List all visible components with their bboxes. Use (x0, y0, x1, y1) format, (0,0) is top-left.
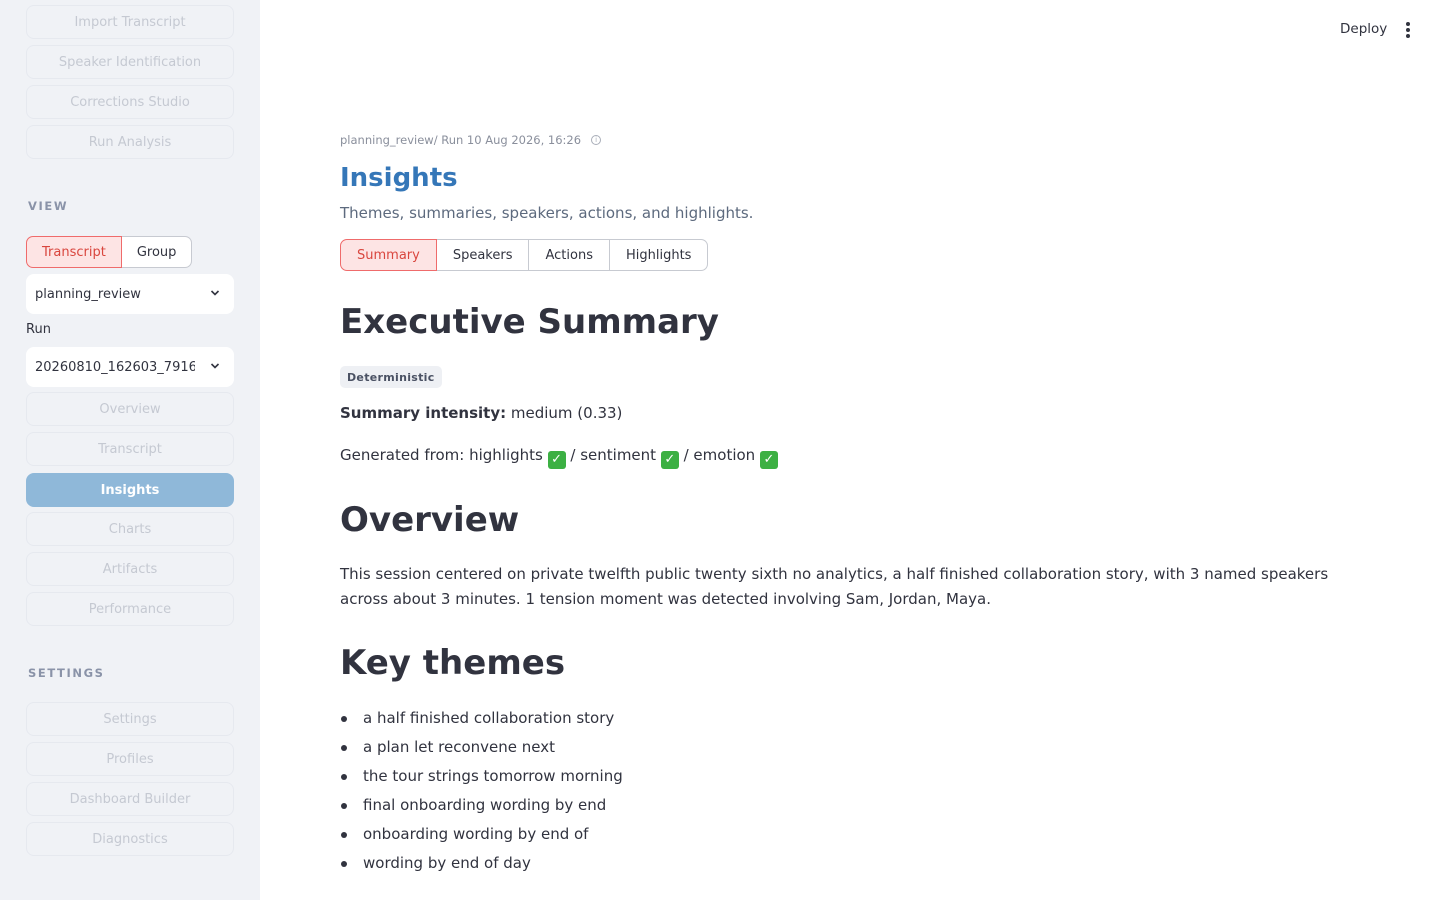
settings-section-title: SETTINGS (28, 666, 105, 680)
run-label: Run (26, 322, 51, 337)
transcript-select-value: planning_review (35, 286, 141, 302)
nav-speaker-identification[interactable]: Speaker Identification (26, 45, 234, 79)
separator: / (565, 446, 581, 464)
nav-import-transcript[interactable]: Import Transcript (26, 5, 234, 39)
nav-run-analysis[interactable]: Run Analysis (26, 125, 234, 159)
list-item: a plan let reconvene next (340, 733, 623, 762)
intensity-label: Summary intensity: (340, 404, 507, 422)
overview-heading: Overview (340, 500, 520, 540)
deploy-button[interactable]: Deploy (1340, 21, 1387, 37)
nav-artifacts[interactable]: Artifacts (26, 552, 234, 586)
breadcrumb: planning_review/ Run 10 Aug 2026, 16:26 … (340, 133, 602, 147)
check-icon: ✓ (660, 451, 679, 469)
run-select[interactable]: 20260810_162603_7916375 (26, 347, 234, 387)
generated-from-prefix: Generated from: (340, 446, 470, 464)
page-title: Insights (340, 163, 458, 193)
chevron-down-icon (210, 363, 220, 369)
source-highlights: highlights (469, 446, 543, 464)
chevron-down-icon (210, 290, 220, 296)
deterministic-badge: Deterministic (340, 366, 442, 388)
toggle-group[interactable]: Group (121, 236, 193, 268)
tab-actions[interactable]: Actions (529, 239, 610, 271)
nav-transcript[interactable]: Transcript (26, 432, 234, 466)
nav-overview[interactable]: Overview (26, 392, 234, 426)
list-item: the tour strings tomorrow morning (340, 762, 623, 791)
overview-text: This session centered on private twelfth… (340, 565, 1329, 608)
tab-highlights[interactable]: Highlights (609, 239, 709, 271)
toggle-transcript[interactable]: Transcript (26, 236, 122, 268)
source-emotion: emotion (693, 446, 756, 464)
nav-charts[interactable]: Charts (26, 512, 234, 546)
info-icon[interactable]: i (591, 135, 602, 145)
check-icon: ✓ (759, 451, 778, 469)
generated-from: Generated from: highlights ✓ / sentiment… (340, 446, 778, 469)
executive-summary-heading: Executive Summary (340, 302, 719, 342)
breadcrumb-run: / Run 10 Aug 2026, 16:26 (433, 133, 582, 147)
intensity-value: medium (0.33) (506, 404, 623, 422)
separator: / (678, 446, 694, 464)
nav-profiles[interactable]: Profiles (26, 742, 234, 776)
nav-performance[interactable]: Performance (26, 592, 234, 626)
transcript-select[interactable]: planning_review (26, 274, 234, 314)
tab-speakers[interactable]: Speakers (436, 239, 530, 271)
more-menu-icon[interactable] (1404, 22, 1412, 38)
view-toggle: Transcript Group (26, 236, 193, 268)
list-item: final onboarding wording by end (340, 791, 623, 820)
key-themes-list: a half finished collaboration story a pl… (340, 704, 623, 878)
list-item: wording by end of day (340, 849, 623, 878)
list-item: a half finished collaboration story (340, 704, 623, 733)
nav-diagnostics[interactable]: Diagnostics (26, 822, 234, 856)
run-select-value: 20260810_162603_7916375 (35, 359, 195, 375)
nav-dashboard-builder[interactable]: Dashboard Builder (26, 782, 234, 816)
sidebar: Import Transcript Speaker Identification… (0, 0, 260, 900)
key-themes-heading: Key themes (340, 643, 566, 683)
breadcrumb-transcript: planning_review (340, 133, 434, 147)
tab-summary[interactable]: Summary (340, 239, 437, 271)
nav-settings[interactable]: Settings (26, 702, 234, 736)
list-item: onboarding wording by end of (340, 820, 623, 849)
view-section-title: VIEW (28, 199, 69, 213)
insights-tabs: Summary Speakers Actions Highlights (340, 239, 709, 271)
nav-insights[interactable]: Insights (26, 473, 234, 507)
page-subtitle: Themes, summaries, speakers, actions, an… (340, 204, 754, 222)
check-icon: ✓ (547, 451, 566, 469)
summary-intensity: Summary intensity: medium (0.33) (340, 404, 622, 422)
source-sentiment: sentiment (580, 446, 657, 464)
nav-corrections-studio[interactable]: Corrections Studio (26, 85, 234, 119)
